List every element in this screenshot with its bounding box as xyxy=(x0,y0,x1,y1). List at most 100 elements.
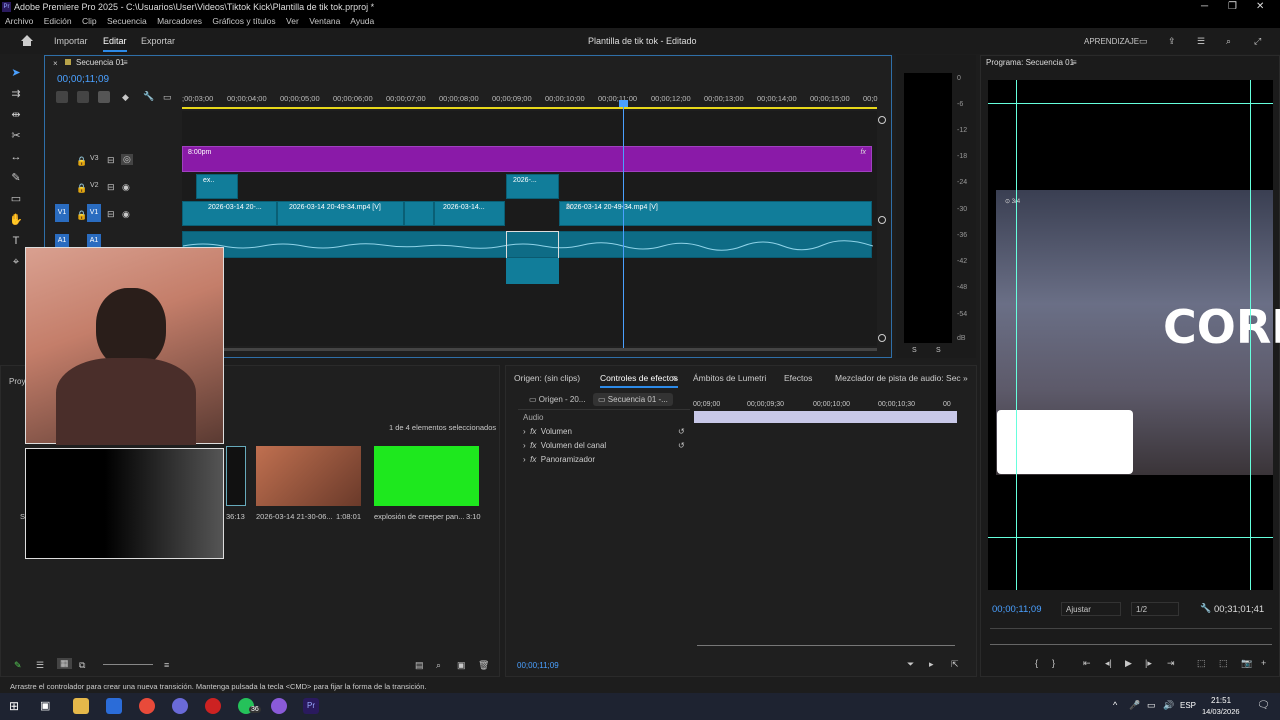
list-view-icon[interactable]: ☰ xyxy=(36,660,44,671)
ec-zoom-bar[interactable] xyxy=(697,645,955,646)
nest-toggle-icon[interactable] xyxy=(56,91,68,103)
menu-graficos[interactable]: Gráficos y títulos xyxy=(212,16,275,26)
more-tabs-icon[interactable]: » xyxy=(963,373,968,383)
lock-icon[interactable]: 🔒 xyxy=(76,210,87,221)
premiere-taskbar-icon[interactable]: Pr xyxy=(303,698,319,714)
track-select-tool-icon[interactable]: ⇉ xyxy=(8,86,24,102)
sync-lock-icon[interactable]: ⊟ xyxy=(107,155,115,166)
work-area-bar[interactable] xyxy=(182,107,877,109)
nav-editar[interactable]: Editar xyxy=(103,36,127,52)
slip-tool-icon[interactable]: ↔ xyxy=(8,149,24,165)
v1-clip[interactable]: 2026-03-14 20-... xyxy=(182,201,277,226)
windows-start-icon[interactable]: ⊞ xyxy=(9,699,19,713)
nav-importar[interactable]: Importar xyxy=(54,36,88,46)
lock-icon[interactable]: 🔒 xyxy=(76,183,87,194)
trash-icon[interactable]: 🗑 xyxy=(478,660,489,671)
clock-date[interactable]: 14/03/2026 xyxy=(1202,707,1240,716)
linked-selection-icon[interactable] xyxy=(98,91,110,103)
type-tool-icon[interactable]: T xyxy=(8,233,24,249)
pencil-icon[interactable]: ✎ xyxy=(14,660,22,671)
fullscreen-icon[interactable]: ⤢ xyxy=(1254,36,1261,47)
notifications-icon[interactable]: 🗨 xyxy=(1257,700,1270,711)
playhead[interactable] xyxy=(623,100,624,348)
play-audio-icon[interactable]: ▸ xyxy=(929,659,934,670)
tab-menu-icon[interactable]: ≡ xyxy=(123,58,128,67)
clock-time[interactable]: 21:51 xyxy=(1211,696,1231,705)
filter-icon[interactable]: ⏷ xyxy=(907,659,914,670)
sort-icon[interactable]: ≡ xyxy=(164,660,169,670)
scroll-handle[interactable] xyxy=(878,334,886,342)
resolution-dropdown[interactable]: 1/2 xyxy=(1131,602,1179,616)
scroll-handle[interactable] xyxy=(878,116,886,124)
snap-icon[interactable] xyxy=(77,91,89,103)
caption-track-icon[interactable]: ▭ xyxy=(163,92,172,103)
wrench-icon[interactable]: 🔧 xyxy=(1200,603,1211,614)
menu-ver[interactable]: Ver xyxy=(286,16,299,26)
fit-dropdown[interactable]: Ajustar xyxy=(1061,602,1121,616)
v1-clip[interactable] xyxy=(404,201,434,226)
export-frame-icon[interactable]: 📷 xyxy=(1241,658,1252,669)
ec-timecode[interactable]: 00;00;11;09 xyxy=(517,661,559,670)
discord-icon[interactable] xyxy=(172,698,188,714)
twitch-icon[interactable] xyxy=(271,698,287,714)
freeform-view-icon[interactable]: ⧉ xyxy=(79,660,85,671)
program-video[interactable]: CORR ⊙ 3/4 xyxy=(988,80,1280,590)
solo-button[interactable]: S xyxy=(936,347,941,354)
track-target-v1[interactable]: V1 xyxy=(87,204,101,222)
ec-clip-bar[interactable] xyxy=(694,411,957,423)
rectangle-tool-icon[interactable]: ▭ xyxy=(8,191,24,207)
sync-lock-icon[interactable]: ⊟ xyxy=(107,182,115,193)
mic-icon[interactable]: 🎤 xyxy=(1129,700,1140,711)
lift-icon[interactable]: ⬚ xyxy=(1197,658,1206,669)
eye-icon[interactable]: ◉ xyxy=(122,209,130,220)
learn-button[interactable]: APRENDIZAJE xyxy=(1084,37,1139,46)
battery-icon[interactable]: ▭ xyxy=(1147,700,1156,711)
settings-wrench-icon[interactable]: 🔧 xyxy=(143,91,154,102)
menu-marcadores[interactable]: Marcadores xyxy=(157,16,202,26)
lock-icon[interactable]: 🔒 xyxy=(76,156,87,167)
project-item-thumb[interactable] xyxy=(256,446,361,506)
caption-tool-icon[interactable]: ⌖ xyxy=(8,254,24,270)
solo-button[interactable]: S xyxy=(912,347,917,354)
eye-hidden-icon[interactable]: ◎ xyxy=(121,154,133,165)
chrome-icon[interactable] xyxy=(139,698,155,714)
mark-in-icon[interactable]: { xyxy=(1035,658,1038,668)
go-to-in-icon[interactable]: ⇤ xyxy=(1083,658,1091,669)
step-back-icon[interactable]: ◂| xyxy=(1105,658,1112,669)
go-to-out-icon[interactable]: ⇥ xyxy=(1167,658,1175,669)
add-marker-icon[interactable]: ◆ xyxy=(122,92,129,103)
menu-edicion[interactable]: Edición xyxy=(44,16,72,26)
language-indicator[interactable]: ESP xyxy=(1180,701,1196,710)
hand-tool-icon[interactable]: ✋ xyxy=(8,212,24,228)
v2-clip[interactable]: ex.. xyxy=(196,174,238,199)
search-icon[interactable]: ⌕ xyxy=(1226,36,1231,47)
ripple-edit-tool-icon[interactable]: ⇹ xyxy=(8,107,24,123)
menu-archivo[interactable]: Archivo xyxy=(5,16,33,26)
find-icon[interactable]: ⌕ xyxy=(436,660,441,671)
menu-clip[interactable]: Clip xyxy=(82,16,97,26)
v1-clip[interactable]: 2026-03-14 20-49-34.mp4 [V] xyxy=(277,201,404,226)
sequence-tab[interactable]: Secuencia 01 xyxy=(76,58,124,67)
tab-menu-icon[interactable]: ≡ xyxy=(672,373,677,383)
extract-icon[interactable]: ⬚ xyxy=(1219,658,1228,669)
source-patch-a1[interactable]: A1 xyxy=(55,234,69,248)
close-icon[interactable]: ✕ xyxy=(1256,1,1264,12)
tab-lumetri[interactable]: Ámbitos de Lumetri xyxy=(693,373,766,383)
workspaces-icon[interactable]: ▭ xyxy=(1139,36,1148,47)
step-forward-icon[interactable]: |▸ xyxy=(1145,658,1152,669)
tab-effect-controls[interactable]: Controles de efectos xyxy=(600,373,678,388)
a2-audio-clip[interactable] xyxy=(506,258,559,284)
restore-icon[interactable]: ❐ xyxy=(1228,1,1237,12)
nav-exportar[interactable]: Exportar xyxy=(141,36,175,46)
timeline-timecode[interactable]: 00;00;11;09 xyxy=(57,74,109,85)
new-bin-icon[interactable]: ▣ xyxy=(457,660,466,671)
effect-row-volume[interactable]: › fx Volumen xyxy=(523,427,572,436)
tab-effects[interactable]: Efectos xyxy=(784,373,812,383)
project-tab[interactable]: Proy xyxy=(9,377,25,386)
add-button-icon[interactable]: + xyxy=(1261,658,1266,668)
icon-view-icon[interactable]: ▦ xyxy=(57,658,72,669)
sequence-clip-selector[interactable]: ▭ Secuencia 01 -... xyxy=(593,393,673,406)
share-icon[interactable]: ⇪ xyxy=(1168,36,1176,47)
project-item-thumb[interactable] xyxy=(374,446,479,506)
source-patch-v1[interactable]: V1 xyxy=(55,204,69,222)
